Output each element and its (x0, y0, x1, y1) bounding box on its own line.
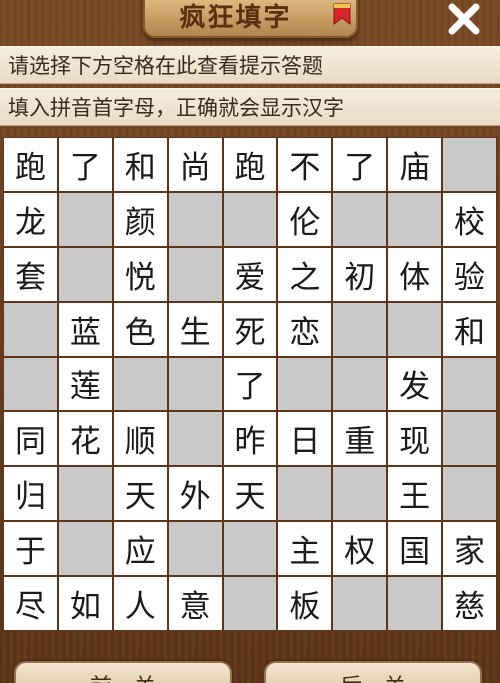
hint-line-2: 填入拼音首字母，正确就会显示汉字 (0, 88, 500, 126)
grid-cell-filled[interactable]: 日 (278, 412, 332, 466)
grid-cell-filled[interactable]: 外 (168, 467, 222, 521)
grid-cell-filled[interactable]: 尚 (168, 138, 222, 191)
game-title: 疯狂填字 (179, 3, 292, 33)
grid-cell-empty[interactable] (168, 412, 222, 466)
grid-cell-filled[interactable]: 体 (388, 247, 442, 301)
grid-cell-filled[interactable]: 和 (443, 302, 496, 356)
grid-cell-filled[interactable]: 顺 (113, 412, 167, 466)
grid-cell-empty[interactable] (333, 192, 387, 246)
grid-cell-empty[interactable] (58, 247, 112, 301)
grid-cell-empty[interactable] (223, 192, 277, 246)
grid-cell-filled[interactable]: 意 (168, 577, 222, 630)
grid-cell-empty[interactable] (278, 467, 332, 521)
grid-cell-filled[interactable]: 套 (4, 247, 57, 301)
grid-cell-filled[interactable]: 归 (4, 467, 57, 521)
grid-cell-empty[interactable] (443, 357, 496, 411)
grid-cell-filled[interactable]: 色 (113, 302, 167, 356)
grid-cell-filled[interactable]: 王 (388, 467, 442, 521)
grid-cell-filled[interactable]: 了 (333, 138, 387, 191)
grid-cell-empty[interactable] (58, 522, 112, 576)
grid-cell-filled[interactable]: 和 (113, 138, 167, 191)
grid-cell-filled[interactable]: 校 (443, 192, 496, 246)
grid-cell-filled[interactable]: 爱 (223, 247, 277, 301)
grid-cell-filled[interactable]: 了 (223, 357, 277, 411)
grid-cell-empty[interactable] (278, 357, 332, 411)
top-bar: 疯狂填字 (0, 0, 500, 44)
grid-cell-filled[interactable]: 现 (388, 412, 442, 466)
grid-cell-filled[interactable]: 同 (4, 412, 57, 466)
grid-cell-filled[interactable]: 国 (388, 522, 442, 576)
grid-cell-filled[interactable]: 板 (278, 577, 332, 630)
next-level-button[interactable]: 后一关 (264, 661, 482, 683)
grid-cell-filled[interactable]: 慈 (443, 577, 496, 630)
grid-cell-filled[interactable]: 权 (333, 522, 387, 576)
grid-cell-filled[interactable]: 蓝 (58, 302, 112, 356)
grid-cell-empty[interactable] (333, 302, 387, 356)
grid-cell-filled[interactable]: 跑 (4, 138, 57, 191)
grid-cell-empty[interactable] (4, 357, 57, 411)
grid-cell-filled[interactable]: 尽 (4, 577, 57, 630)
title-plaque: 疯狂填字 (143, 0, 358, 38)
grid-cell-empty[interactable] (443, 138, 496, 191)
grid-cell-empty[interactable] (388, 192, 442, 246)
grid-cell-empty[interactable] (223, 522, 277, 576)
grid-cell-filled[interactable]: 跑 (223, 138, 277, 191)
close-icon (448, 3, 480, 35)
crossword-grid: 跑了和尚跑不了庙龙颜伦校套悦爱之初体验蓝色生死恋和莲了发同花顺昨日重现归天外天王… (3, 137, 497, 631)
grid-cell-empty[interactable] (443, 467, 496, 521)
grid-cell-filled[interactable]: 重 (333, 412, 387, 466)
grid-cell-empty[interactable] (168, 192, 222, 246)
grid-cell-empty[interactable] (333, 467, 387, 521)
grid-cell-filled[interactable]: 死 (223, 302, 277, 356)
grid-cell-empty[interactable] (168, 357, 222, 411)
grid-cell-filled[interactable]: 天 (113, 467, 167, 521)
grid-cell-empty[interactable] (388, 302, 442, 356)
grid-cell-filled[interactable]: 悦 (113, 247, 167, 301)
close-button[interactable] (440, 0, 488, 38)
grid-cell-filled[interactable]: 颜 (113, 192, 167, 246)
grid-cell-filled[interactable]: 于 (4, 522, 57, 576)
grid-cell-filled[interactable]: 龙 (4, 192, 57, 246)
grid-cell-empty[interactable] (168, 247, 222, 301)
hint-line-1: 请选择下方空格在此查看提示答题 (0, 46, 500, 84)
grid-cell-empty[interactable] (168, 522, 222, 576)
grid-cell-filled[interactable]: 主 (278, 522, 332, 576)
grid-cell-filled[interactable]: 发 (388, 357, 442, 411)
grid-cell-empty[interactable] (388, 577, 442, 630)
grid-cell-filled[interactable]: 人 (113, 577, 167, 630)
grid-cell-empty[interactable] (333, 577, 387, 630)
grid-cell-filled[interactable]: 之 (278, 247, 332, 301)
grid-cell-filled[interactable]: 家 (443, 522, 496, 576)
prev-level-button[interactable]: 前一关 (14, 661, 232, 683)
grid-cell-filled[interactable]: 生 (168, 302, 222, 356)
grid-cell-empty[interactable] (4, 302, 57, 356)
ribbon-icon (333, 3, 351, 25)
grid-cell-empty[interactable] (333, 357, 387, 411)
grid-cell-empty[interactable] (58, 467, 112, 521)
grid-cell-empty[interactable] (443, 412, 496, 466)
grid-cell-filled[interactable]: 伦 (278, 192, 332, 246)
grid-cell-filled[interactable]: 初 (333, 247, 387, 301)
grid-cell-filled[interactable]: 不 (278, 138, 332, 191)
grid-cell-filled[interactable]: 恋 (278, 302, 332, 356)
grid-cell-empty[interactable] (58, 192, 112, 246)
grid-cell-filled[interactable]: 花 (58, 412, 112, 466)
grid-cell-filled[interactable]: 如 (58, 577, 112, 630)
grid-cell-filled[interactable]: 庙 (388, 138, 442, 191)
grid-cell-empty[interactable] (113, 357, 167, 411)
grid-cell-filled[interactable]: 应 (113, 522, 167, 576)
grid-cell-empty[interactable] (223, 577, 277, 630)
grid-cell-filled[interactable]: 天 (223, 467, 277, 521)
grid-cell-filled[interactable]: 验 (443, 247, 496, 301)
grid-cell-filled[interactable]: 昨 (223, 412, 277, 466)
grid-cell-filled[interactable]: 了 (58, 138, 112, 191)
grid-cell-filled[interactable]: 莲 (58, 357, 112, 411)
